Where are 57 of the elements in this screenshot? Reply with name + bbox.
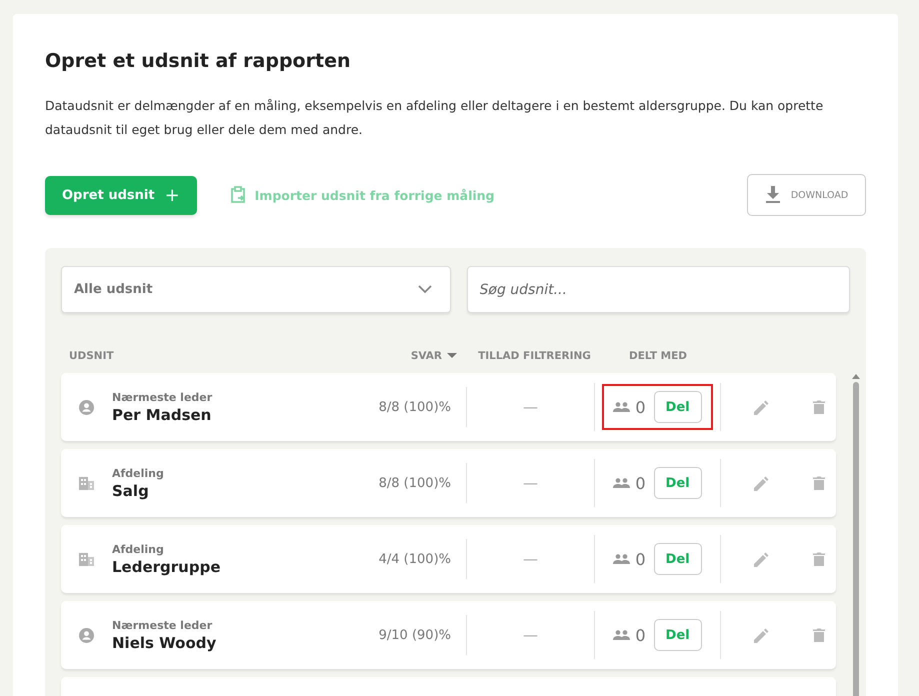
people-icon	[613, 554, 630, 564]
shared-count: 0	[635, 626, 646, 644]
edit-icon[interactable]	[754, 552, 768, 566]
people-icon	[613, 478, 630, 488]
create-slice-button[interactable]: Opret udsnit +	[45, 176, 197, 214]
people-icon	[613, 630, 630, 640]
slice-name: Niels Woody	[112, 634, 216, 652]
building-icon	[79, 552, 94, 566]
answer-count: 4/4 (100)%	[378, 552, 451, 566]
edit-icon[interactable]	[754, 628, 768, 642]
slice-type: Nærmeste leder	[112, 618, 214, 632]
search-field[interactable]: Søg udsnit...	[466, 266, 850, 313]
slice-type: Afdeling	[112, 542, 165, 556]
filtering-value: —	[523, 398, 538, 416]
building-icon	[79, 476, 94, 490]
scrollbar[interactable]	[852, 373, 860, 696]
answer-count: 8/8 (100)%	[378, 476, 451, 490]
page-title: Opret et udsnit af rapporten	[45, 50, 352, 72]
column-header: DELT MED	[628, 350, 688, 362]
delete-icon[interactable]	[812, 476, 824, 490]
column-header: UDSNIT	[68, 350, 115, 362]
download-button[interactable]: DOWNLOAD	[747, 174, 866, 216]
person-icon	[79, 400, 94, 414]
column-header[interactable]: SVAR	[397, 350, 457, 362]
filtering-value: —	[523, 550, 538, 568]
delete-icon[interactable]	[812, 400, 824, 414]
answer-count: 9/10 (90)%	[378, 628, 451, 642]
filtering-value: —	[523, 474, 538, 492]
import-slices-link[interactable]: Importer udsnit fra forrige måling	[230, 186, 494, 204]
chevron-down-icon	[418, 285, 432, 294]
shared-count: 0	[635, 550, 646, 568]
delete-icon[interactable]	[812, 628, 824, 642]
shared-count: 0	[635, 474, 646, 492]
people-icon	[613, 402, 630, 412]
download-icon	[764, 186, 781, 204]
slice-name: Ledergruppe	[112, 558, 221, 576]
slice-type: Afdeling	[112, 466, 164, 480]
slice-filter-dropdown[interactable]: Alle udsnit	[61, 266, 450, 313]
share-button[interactable]: Del	[654, 543, 702, 575]
answer-count: 8/8 (100)%	[378, 400, 451, 414]
person-icon	[79, 628, 94, 642]
column-header: TILLAD FILTRERING	[477, 350, 592, 362]
slice-name: Salg	[112, 482, 150, 500]
shared-count: 0	[635, 398, 646, 416]
description-text: Dataudsnit er delmængder af en måling, eksempelvis en afdeling eller deltagere i en bestemt aldersgruppe. Du kan oprette dataudsnit til eget brug eller dele dem med andre.	[45, 97, 824, 139]
edit-icon[interactable]	[754, 476, 768, 490]
slice-type: Nærmeste leder	[112, 390, 212, 404]
edit-icon[interactable]	[754, 400, 768, 414]
slice-name: Per Madsen	[112, 406, 212, 424]
share-button[interactable]: Del	[654, 467, 702, 499]
share-button[interactable]: Del	[654, 391, 702, 423]
clipboard-icon	[230, 186, 246, 204]
scroll-up-icon[interactable]	[852, 373, 860, 379]
filtering-value: —	[523, 626, 538, 644]
share-button[interactable]: Del	[654, 619, 702, 651]
delete-icon[interactable]	[812, 552, 824, 566]
sort-down-icon	[447, 353, 457, 359]
